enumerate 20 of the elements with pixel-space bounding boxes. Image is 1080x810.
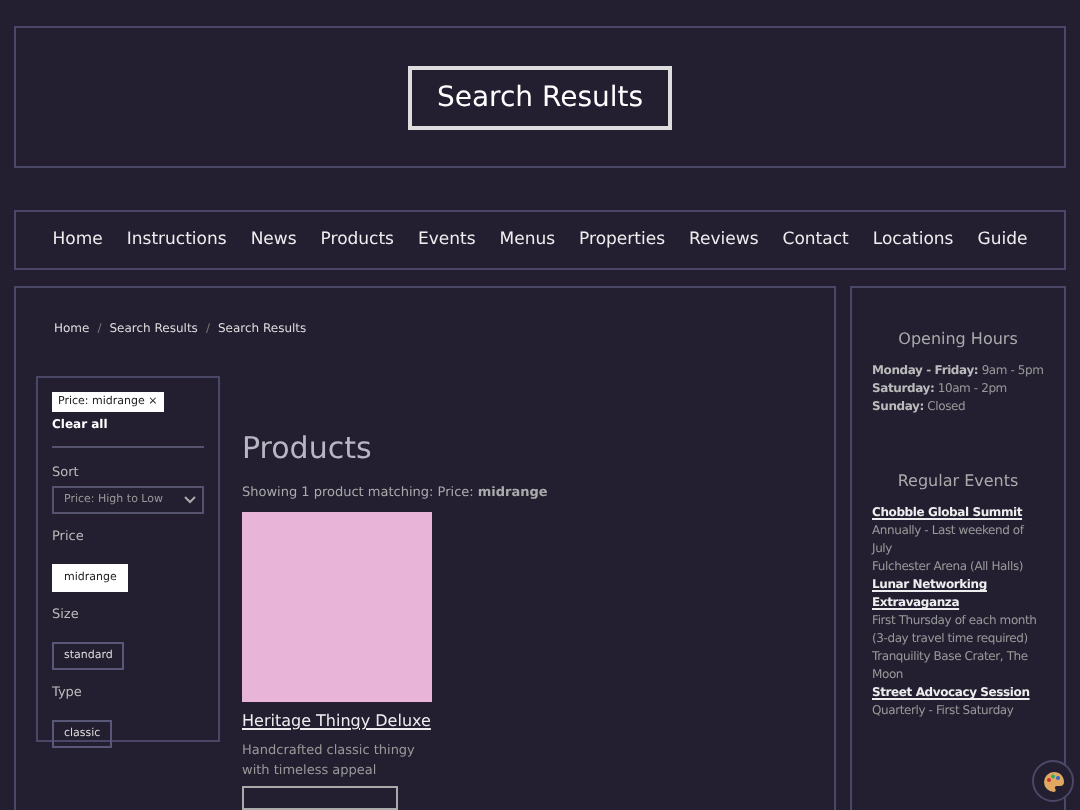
chevron-icon <box>184 496 196 504</box>
nav-link[interactable]: Home <box>52 230 103 250</box>
nav-link[interactable]: News <box>250 230 297 250</box>
product-link[interactable]: Heritage Thingy Deluxe <box>242 712 432 730</box>
nav-link[interactable]: Properties <box>579 230 666 250</box>
section-heading: Products <box>242 430 374 466</box>
nav-link[interactable]: Reviews <box>689 230 759 250</box>
nav-link[interactable]: Locations <box>872 230 954 250</box>
nav-link[interactable]: Instructions <box>126 230 227 250</box>
nav-link[interactable]: Contact <box>782 230 849 250</box>
palette-button[interactable] <box>1032 760 1074 802</box>
palette-icon <box>1041 769 1065 793</box>
nav-link[interactable]: Menus <box>499 230 556 250</box>
product-button[interactable] <box>242 786 398 810</box>
nav-link[interactable]: Guide <box>977 230 1028 250</box>
sidebar-heading: Opening Hours <box>896 330 1020 348</box>
nav-link[interactable]: Products <box>320 230 394 250</box>
sidebar-heading: Regular Events <box>895 472 1021 490</box>
page-title: Search Results <box>408 65 672 129</box>
nav-link[interactable]: Events <box>417 230 476 250</box>
